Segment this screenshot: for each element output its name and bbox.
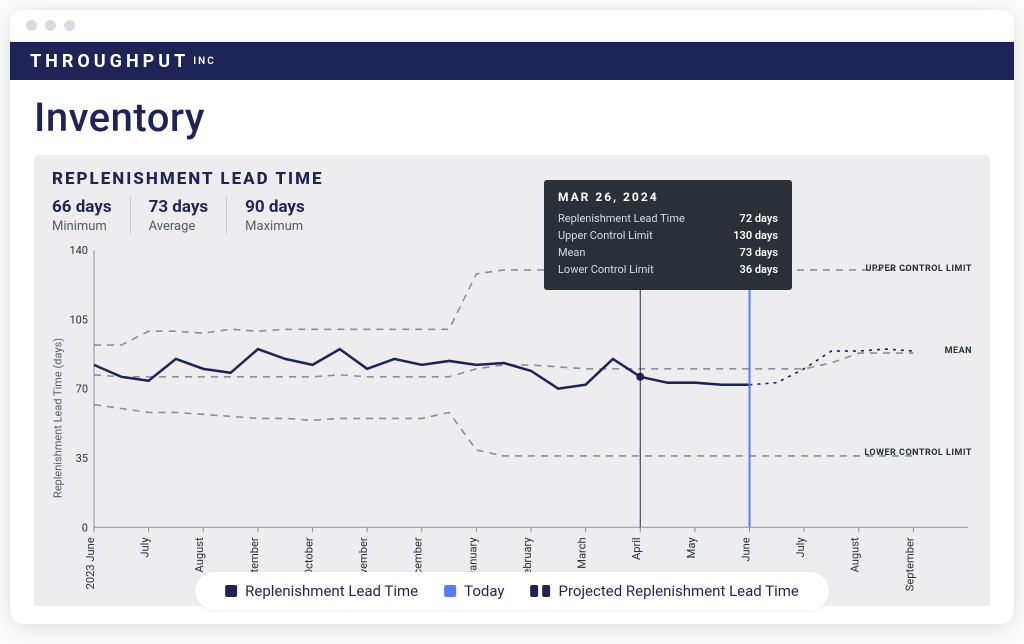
- svg-text:September: September: [903, 537, 916, 591]
- svg-text:70: 70: [76, 383, 88, 396]
- legend-swatch-icon: [531, 585, 551, 597]
- svg-text:35: 35: [76, 452, 88, 465]
- chart-tooltip: MAR 26, 2024 Replenishment Lead Time 72 …: [544, 180, 792, 290]
- tooltip-row-label: Upper Control Limit: [558, 229, 653, 242]
- svg-text:July: July: [139, 537, 152, 558]
- chart-zone: REPLENISHMENT LEAD TIME 66 days Minimum …: [34, 155, 990, 606]
- stat-value: 73 days: [149, 197, 209, 217]
- content-area: Inventory REPLENISHMENT LEAD TIME 66 day…: [10, 80, 1014, 624]
- stat-label: Minimum: [52, 219, 112, 234]
- tooltip-row-label: Replenishment Lead Time: [558, 212, 685, 225]
- stats-row: 66 days Minimum 73 days Average 90 days …: [52, 197, 972, 234]
- label-lower-control-limit: LOWER CONTROL LIMIT: [864, 448, 972, 458]
- tooltip-row: Mean 73 days: [558, 246, 778, 259]
- legend-label: Replenishment Lead Time: [245, 582, 418, 600]
- app-window: THROUGHPUT INC Inventory REPLENISHMENT L…: [10, 10, 1014, 624]
- window-dot[interactable]: [26, 20, 37, 31]
- svg-text:2023 June: 2023 June: [84, 537, 97, 589]
- svg-text:0: 0: [82, 521, 88, 534]
- legend-swatch-icon: [444, 585, 456, 597]
- tooltip-row-label: Lower Control Limit: [558, 263, 654, 276]
- tooltip-row-value: 130 days: [733, 229, 778, 242]
- brand-sub: INC: [193, 56, 216, 67]
- tooltip-row-value: 36 days: [740, 263, 778, 276]
- label-mean: MEAN: [945, 346, 972, 356]
- section-title: REPLENISHMENT LEAD TIME: [52, 169, 972, 189]
- svg-text:June: June: [740, 537, 753, 561]
- stat-average: 73 days Average: [131, 197, 228, 234]
- legend-item-rlt: Replenishment Lead Time: [225, 582, 418, 600]
- svg-text:July: July: [794, 537, 807, 558]
- svg-text:August: August: [193, 537, 206, 572]
- svg-text:April: April: [630, 537, 643, 560]
- svg-text:105: 105: [69, 313, 88, 326]
- brand-bar: THROUGHPUT INC: [10, 42, 1014, 80]
- stat-label: Average: [149, 219, 209, 234]
- stat-label: Maximum: [245, 219, 305, 234]
- stat-maximum: 90 days Maximum: [227, 197, 323, 234]
- legend-label: Today: [464, 582, 504, 600]
- svg-text:140: 140: [69, 244, 88, 257]
- tooltip-date: MAR 26, 2024: [558, 190, 778, 204]
- tooltip-row-label: Mean: [558, 246, 586, 259]
- label-upper-control-limit: UPPER CONTROL LIMIT: [865, 264, 972, 274]
- svg-text:March: March: [576, 537, 589, 568]
- tooltip-row-value: 73 days: [740, 246, 778, 259]
- window-titlebar: [10, 10, 1014, 42]
- svg-text:May: May: [685, 537, 698, 559]
- window-dot[interactable]: [45, 20, 56, 31]
- tooltip-row: Replenishment Lead Time 72 days: [558, 212, 778, 225]
- stat-value: 66 days: [52, 197, 112, 217]
- svg-text:October: October: [303, 537, 316, 576]
- chart-svg: 0 35 70 105 140 2023 June July August September O…: [52, 244, 972, 592]
- chart-legend: Replenishment Lead Time Today Projected …: [195, 572, 829, 610]
- page-title: Inventory: [34, 94, 990, 141]
- chart-plot[interactable]: MAR 26, 2024 Replenishment Lead Time 72 …: [52, 244, 972, 592]
- window-dot[interactable]: [64, 20, 75, 31]
- stat-value: 90 days: [245, 197, 305, 217]
- stat-minimum: 66 days Minimum: [52, 197, 131, 234]
- y-axis-label: Replenishment Lead Time (days): [52, 338, 65, 498]
- tooltip-row: Upper Control Limit 130 days: [558, 229, 778, 242]
- legend-item-today: Today: [444, 582, 504, 600]
- legend-swatch-icon: [225, 585, 237, 597]
- svg-text:August: August: [849, 537, 862, 572]
- legend-item-projected: Projected Replenishment Lead Time: [531, 582, 799, 600]
- tooltip-row: Lower Control Limit 36 days: [558, 263, 778, 276]
- brand-main: THROUGHPUT: [30, 51, 189, 72]
- legend-label: Projected Replenishment Lead Time: [559, 582, 799, 600]
- tooltip-row-value: 72 days: [740, 212, 778, 225]
